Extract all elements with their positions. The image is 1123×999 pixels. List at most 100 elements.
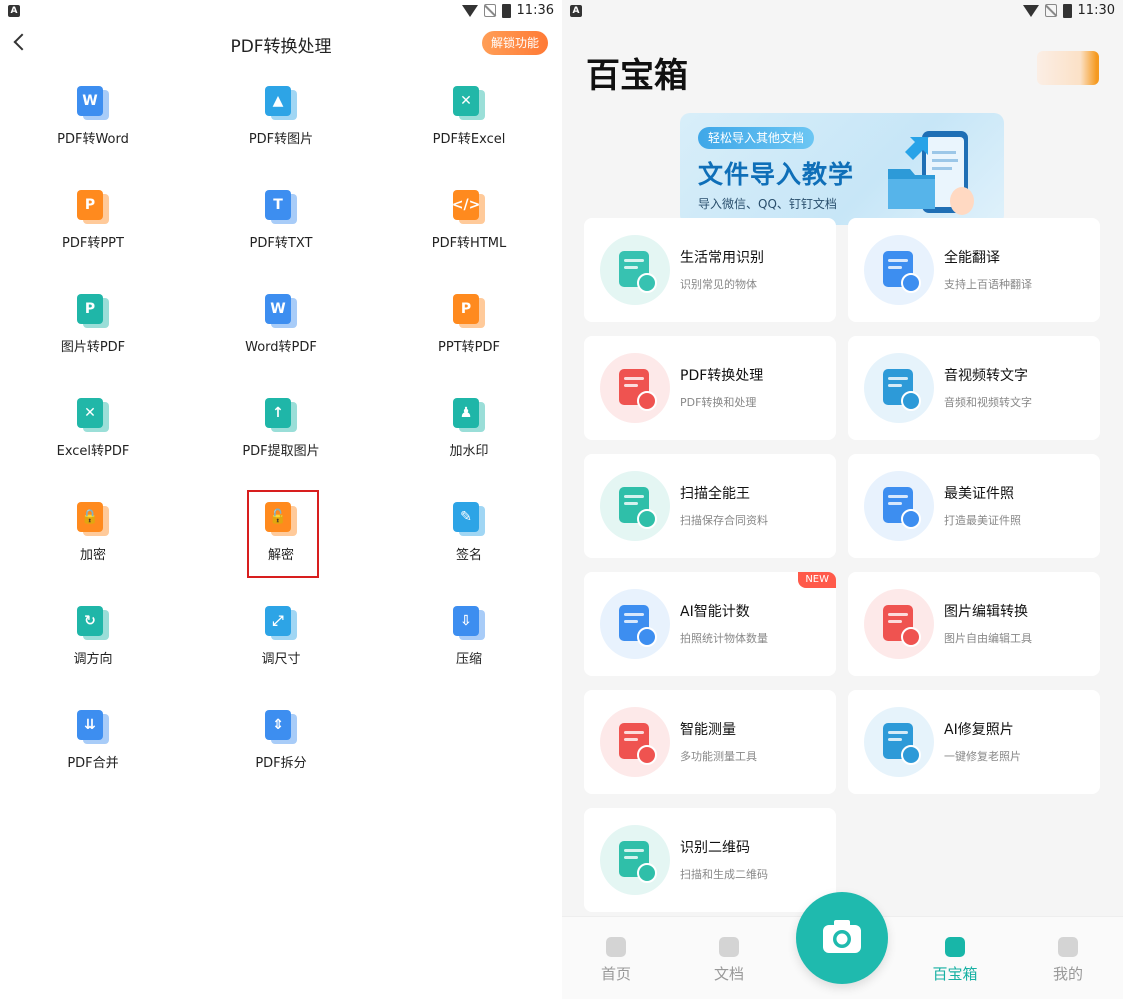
- status-bar: A 11:30: [562, 0, 1123, 22]
- status-time: 11:30: [1077, 3, 1115, 18]
- image-to-pdf-icon: P: [77, 294, 109, 328]
- tool-label: 调尺寸: [261, 652, 301, 667]
- tool-compress[interactable]: ⇩ 压缩: [379, 592, 559, 672]
- tool-word-to-pdf[interactable]: W Word转PDF: [191, 280, 371, 360]
- tab-profile[interactable]: 我的: [1028, 917, 1108, 999]
- card-subtitle: PDF转换和处理: [680, 396, 757, 409]
- tool-label: PDF转Excel: [432, 132, 506, 147]
- toolbox-icon: [945, 937, 965, 957]
- pdf-to-ppt-icon: P: [77, 190, 109, 224]
- tool-label: 压缩: [455, 652, 482, 667]
- split-icon: ⇕: [265, 710, 297, 744]
- status-time: 11:36: [516, 3, 554, 18]
- card-subtitle: 支持上百语种翻译: [944, 278, 1032, 291]
- banner-title: 文件导入教学: [698, 160, 855, 189]
- tool-card-scan-doc[interactable]: 扫描全能王 扫描保存合同资料: [584, 454, 836, 558]
- tool-label: PDF提取图片: [242, 444, 320, 459]
- tool-watermark[interactable]: ♟ 加水印: [379, 384, 559, 464]
- tool-image-to-pdf[interactable]: P 图片转PDF: [3, 280, 183, 360]
- pdf-to-html-icon: </>: [452, 190, 485, 224]
- banner-tag: 轻松导入其他文档: [698, 127, 815, 149]
- tool-rotate[interactable]: ↻ 调方向: [3, 592, 183, 672]
- tool-excel-to-pdf[interactable]: ✕ Excel转PDF: [3, 384, 183, 464]
- tool-label: PDF转TXT: [249, 236, 313, 251]
- pdf-convert-screen: A 11:36 PDF转换处理 解锁功能 W PDF转Word ▲ PDF转图片 ✕ PD…: [0, 0, 562, 999]
- battery-icon: [1062, 3, 1072, 18]
- toolbox-screen: A 11:30 百宝箱 轻松导入其他文档 文件导入教学 导入微信、QQ、钉钉文档…: [562, 0, 1123, 999]
- house-icon: [600, 235, 670, 305]
- image-edit-icon: [864, 589, 934, 659]
- card-subtitle: 图片自由编辑工具: [944, 632, 1032, 645]
- tool-label: Excel转PDF: [56, 444, 130, 459]
- tool-card-image-edit[interactable]: 图片编辑转换 图片自由编辑工具: [848, 572, 1100, 676]
- extract-image-icon: ↑: [265, 398, 297, 432]
- tab-home[interactable]: 首页: [576, 917, 656, 999]
- tool-pdf-to-ppt[interactable]: P PDF转PPT: [3, 176, 183, 256]
- card-subtitle: 一键修复老照片: [944, 750, 1021, 763]
- tool-card-photo-repair[interactable]: AI修复照片 一键修复老照片: [848, 690, 1100, 794]
- qrcode-icon: [600, 825, 670, 895]
- tab-label: 我的: [1052, 965, 1083, 983]
- no-sim-icon: [1044, 4, 1057, 17]
- card-title: 智能测量: [680, 722, 736, 738]
- lock-icon: 🔒: [77, 502, 109, 536]
- card-subtitle: 音频和视频转文字: [944, 396, 1032, 409]
- import-tutorial-banner[interactable]: 轻松导入其他文档 文件导入教学 导入微信、QQ、钉钉文档: [680, 113, 1004, 225]
- card-subtitle: 打造最美证件照: [944, 514, 1021, 527]
- tool-card-id-photo[interactable]: 最美证件照 打造最美证件照: [848, 454, 1100, 558]
- tool-pdf-to-excel[interactable]: ✕ PDF转Excel: [379, 72, 559, 152]
- tool-card-ruler[interactable]: 智能测量 多功能测量工具: [584, 690, 836, 794]
- card-title: AI修复照片: [944, 722, 1014, 738]
- ppt-to-pdf-icon: P: [453, 294, 485, 328]
- tool-label: 签名: [455, 548, 482, 563]
- tab-label: 文档: [713, 965, 744, 983]
- card-title: 图片编辑转换: [944, 604, 1028, 620]
- tool-label: PDF合并: [67, 756, 119, 771]
- page-title: PDF转换处理: [230, 37, 332, 57]
- card-title: 全能翻译: [944, 250, 1000, 266]
- promo-avatar[interactable]: [1037, 51, 1099, 85]
- tool-card-house[interactable]: 生活常用识别 识别常见的物体: [584, 218, 836, 322]
- tab-toolbox[interactable]: 百宝箱: [915, 917, 995, 999]
- video-text-icon: [864, 353, 934, 423]
- no-sim-icon: [483, 4, 496, 17]
- compress-icon: ⇩: [453, 606, 485, 640]
- wifi-icon: [1022, 4, 1039, 17]
- resize-icon: ⤢: [265, 606, 297, 640]
- tool-card-translate[interactable]: 全能翻译支持上百语种翻译: [848, 218, 1100, 322]
- banner-subtitle: 导入微信、QQ、钉钉文档: [698, 197, 837, 211]
- tool-card-pdf[interactable]: PDF转换处理 PDF转换和处理: [584, 336, 836, 440]
- tool-pdf-to-html[interactable]: </> PDF转HTML: [379, 176, 559, 256]
- tool-label: PDF转图片: [248, 132, 314, 147]
- card-subtitle: 扫描保存合同资料: [680, 514, 768, 527]
- pdf-to-txt-icon: T: [265, 190, 297, 224]
- camera-button[interactable]: [796, 892, 888, 984]
- tab-document[interactable]: 文档: [689, 917, 769, 999]
- tool-card-video-text[interactable]: 音视频转文字 音频和视频转文字: [848, 336, 1100, 440]
- battery-icon: [501, 3, 511, 18]
- tool-signature[interactable]: ✎ 签名: [379, 488, 559, 568]
- unlock-features-button[interactable]: 解锁功能: [482, 31, 548, 55]
- tool-label: Word转PDF: [245, 340, 317, 355]
- card-subtitle: 拍照统计物体数量: [680, 632, 768, 645]
- tab-label: 首页: [600, 965, 631, 983]
- ai-count-icon: [600, 589, 670, 659]
- tool-resize[interactable]: ⤢ 调尺寸: [191, 592, 371, 672]
- status-bar: A 11:36: [0, 0, 562, 22]
- tool-pdf-to-txt[interactable]: T PDF转TXT: [191, 176, 371, 256]
- tool-merge[interactable]: ⇊ PDF合并: [3, 696, 183, 776]
- tool-label: PDF转Word: [57, 132, 129, 147]
- photo-repair-icon: [864, 707, 934, 777]
- tool-lock[interactable]: 🔒 加密: [3, 488, 183, 568]
- card-title: PDF转换处理: [680, 368, 764, 384]
- rotate-icon: ↻: [77, 606, 109, 640]
- tool-extract-image[interactable]: ↑ PDF提取图片: [191, 384, 371, 464]
- tool-split[interactable]: ⇕ PDF拆分: [191, 696, 371, 776]
- tool-pdf-to-word[interactable]: W PDF转Word: [3, 72, 183, 152]
- tool-card-ai-count[interactable]: AI智能计数 拍照统计物体数量 NEW: [584, 572, 836, 676]
- tool-ppt-to-pdf[interactable]: P PPT转PDF: [379, 280, 559, 360]
- tool-label: PDF转PPT: [62, 236, 124, 251]
- phone-folder-illustration-icon: [888, 131, 974, 215]
- tool-pdf-to-image[interactable]: ▲ PDF转图片: [191, 72, 371, 152]
- selection-highlight: [247, 490, 319, 578]
